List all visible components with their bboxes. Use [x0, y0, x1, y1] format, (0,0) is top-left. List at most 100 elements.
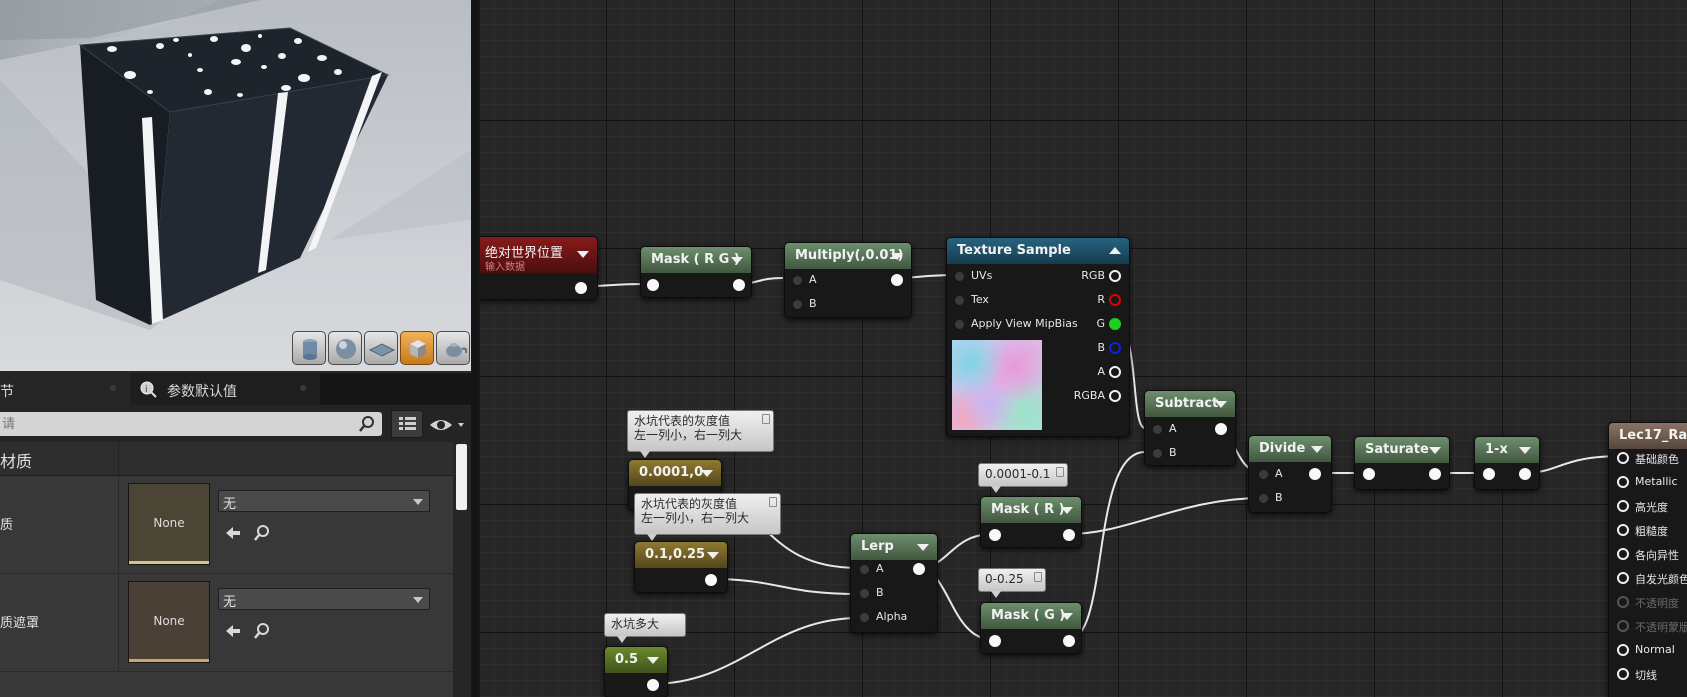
input-pin-metallic[interactable]: [1617, 476, 1629, 488]
cube-preview-button[interactable]: [400, 331, 434, 365]
plane-preview-button[interactable]: [364, 331, 398, 365]
input-pin-a[interactable]: [1153, 425, 1162, 434]
preview-viewport[interactable]: [0, 0, 471, 371]
asset-picker-combo[interactable]: 无: [218, 490, 430, 512]
output-pin[interactable]: [1309, 468, 1321, 480]
output-pin[interactable]: [1215, 423, 1227, 435]
tab-details-close-icon[interactable]: [110, 385, 116, 391]
use-selected-arrow-icon[interactable]: [222, 620, 244, 642]
output-pin[interactable]: [733, 279, 745, 291]
input-pin-a[interactable]: [793, 276, 802, 285]
cylinder-preview-button[interactable]: [292, 331, 326, 365]
output-pin[interactable]: [1519, 468, 1531, 480]
comment-bubble[interactable]: 水坑代表的灰度值 左一列小，右一列大: [627, 410, 774, 458]
comment-bubble[interactable]: 水坑多大: [604, 613, 686, 643]
node-param-0-1-0-25[interactable]: 0.1,0.25: [634, 541, 728, 593]
output-pin-rgb[interactable]: [1109, 270, 1121, 282]
input-pin-specular[interactable]: [1617, 500, 1629, 512]
input-pin-tex[interactable]: [955, 296, 964, 305]
node-header: Multiply(,0.01): [785, 243, 911, 269]
search-icon[interactable]: [358, 415, 376, 433]
input-pin-tangent[interactable]: [1617, 668, 1629, 680]
node-mask-r[interactable]: Mask ( R ): [980, 496, 1082, 548]
tab-parameter-defaults[interactable]: i 参数默认值: [130, 373, 320, 405]
pin-label: B: [1169, 446, 1177, 459]
node-divide[interactable]: Divide A B: [1248, 435, 1332, 513]
comment-bubble[interactable]: 0-0.25: [978, 568, 1046, 598]
node-texture-sample[interactable]: Texture Sample UVs Tex Apply View MipBia…: [946, 237, 1130, 437]
sphere-preview-button[interactable]: [328, 331, 362, 365]
details-search-box[interactable]: [0, 412, 382, 436]
panel-splitter[interactable]: [471, 0, 479, 697]
input-pin-alpha[interactable]: [860, 613, 869, 622]
output-pin-rgba[interactable]: [1109, 390, 1121, 402]
input-pin-b[interactable]: [1259, 494, 1268, 503]
input-pin-emissive[interactable]: [1617, 572, 1629, 584]
comment-tail: [991, 486, 1001, 493]
material-graph[interactable]: 绝对世界位置 输入数据 Mask ( R G ) Multiply(,0.01)…: [480, 0, 1687, 697]
input-pin-b[interactable]: [1153, 449, 1162, 458]
output-pin-r[interactable]: [1109, 294, 1121, 306]
asset-thumbnail[interactable]: None: [128, 581, 210, 663]
visibility-filter-button[interactable]: [428, 414, 470, 436]
asset-picker-value: 无: [223, 595, 237, 610]
output-pin-a[interactable]: [1109, 366, 1121, 378]
output-pin[interactable]: [913, 563, 925, 575]
asset-picker-combo[interactable]: 无: [218, 588, 430, 610]
tab-details[interactable]: 节: [0, 373, 130, 405]
input-pin-roughness[interactable]: [1617, 524, 1629, 536]
output-pin[interactable]: [1429, 468, 1441, 480]
input-pin-uvs[interactable]: [955, 272, 964, 281]
input-pin-b[interactable]: [860, 589, 869, 598]
output-pin[interactable]: [705, 574, 717, 586]
output-pin[interactable]: [647, 679, 659, 691]
input-pin-base-color[interactable]: [1617, 452, 1629, 464]
node-saturate[interactable]: Saturate: [1354, 436, 1450, 490]
input-pin-normal[interactable]: [1617, 644, 1629, 656]
input-pin-mipbias[interactable]: [955, 320, 964, 329]
node-material-result[interactable]: Lec17_Rain 基础颜色 Metallic 高光度 粗糙度 各向异性 自发…: [1608, 422, 1687, 697]
details-search-input[interactable]: [0, 412, 350, 436]
pin-comment-icon[interactable]: [1034, 572, 1042, 582]
asset-thumbnail[interactable]: None: [128, 483, 210, 565]
pin-comment-icon[interactable]: [1056, 467, 1064, 477]
node-param-0-5[interactable]: 0.5: [604, 646, 668, 697]
output-pin[interactable]: [891, 274, 903, 286]
input-pin-a[interactable]: [860, 565, 869, 574]
input-pin[interactable]: [1483, 468, 1495, 480]
pin-comment-icon[interactable]: [762, 414, 770, 424]
browse-search-icon[interactable]: [251, 620, 273, 642]
output-pin[interactable]: [1063, 529, 1075, 541]
node-mask-rg[interactable]: Mask ( R G ): [640, 246, 752, 298]
output-pin-b[interactable]: [1109, 342, 1121, 354]
comment-bubble[interactable]: 水坑代表的灰度值 左一列小，右一列大: [634, 493, 781, 541]
input-pin-anisotropy[interactable]: [1617, 548, 1629, 560]
input-pin-opacity-mask[interactable]: [1617, 620, 1629, 632]
details-scrollbar-thumb[interactable]: [456, 444, 467, 510]
category-header[interactable]: 材质: [0, 442, 453, 476]
pin-comment-icon[interactable]: [769, 497, 777, 507]
node-lerp[interactable]: Lerp A B Alpha: [850, 533, 938, 633]
node-mask-g[interactable]: Mask ( G ): [980, 602, 1082, 654]
node-multiply[interactable]: Multiply(,0.01) A B: [784, 242, 912, 318]
input-pin[interactable]: [989, 635, 1001, 647]
output-pin-g[interactable]: [1109, 318, 1121, 330]
node-absolute-world-position[interactable]: 绝对世界位置 输入数据: [480, 236, 598, 300]
output-pin[interactable]: [1063, 635, 1075, 647]
tab-parameter-defaults-close-icon[interactable]: [300, 385, 306, 391]
browse-search-icon[interactable]: [251, 522, 273, 544]
input-pin[interactable]: [647, 279, 659, 291]
teapot-preview-button[interactable]: [436, 331, 470, 365]
input-pin-opacity[interactable]: [1617, 596, 1629, 608]
use-selected-arrow-icon[interactable]: [222, 522, 244, 544]
input-pin-b[interactable]: [793, 300, 802, 309]
input-pin[interactable]: [989, 529, 1001, 541]
output-pin[interactable]: [575, 282, 587, 294]
node-subtract[interactable]: Subtract A B: [1144, 390, 1236, 466]
input-pin[interactable]: [1363, 468, 1375, 480]
input-pin-a[interactable]: [1259, 470, 1268, 479]
comment-bubble[interactable]: 0.0001-0.1: [978, 463, 1068, 493]
pin-label: Tex: [971, 293, 989, 306]
view-options-button[interactable]: [391, 410, 423, 438]
node-one-minus[interactable]: 1-x: [1474, 436, 1540, 490]
